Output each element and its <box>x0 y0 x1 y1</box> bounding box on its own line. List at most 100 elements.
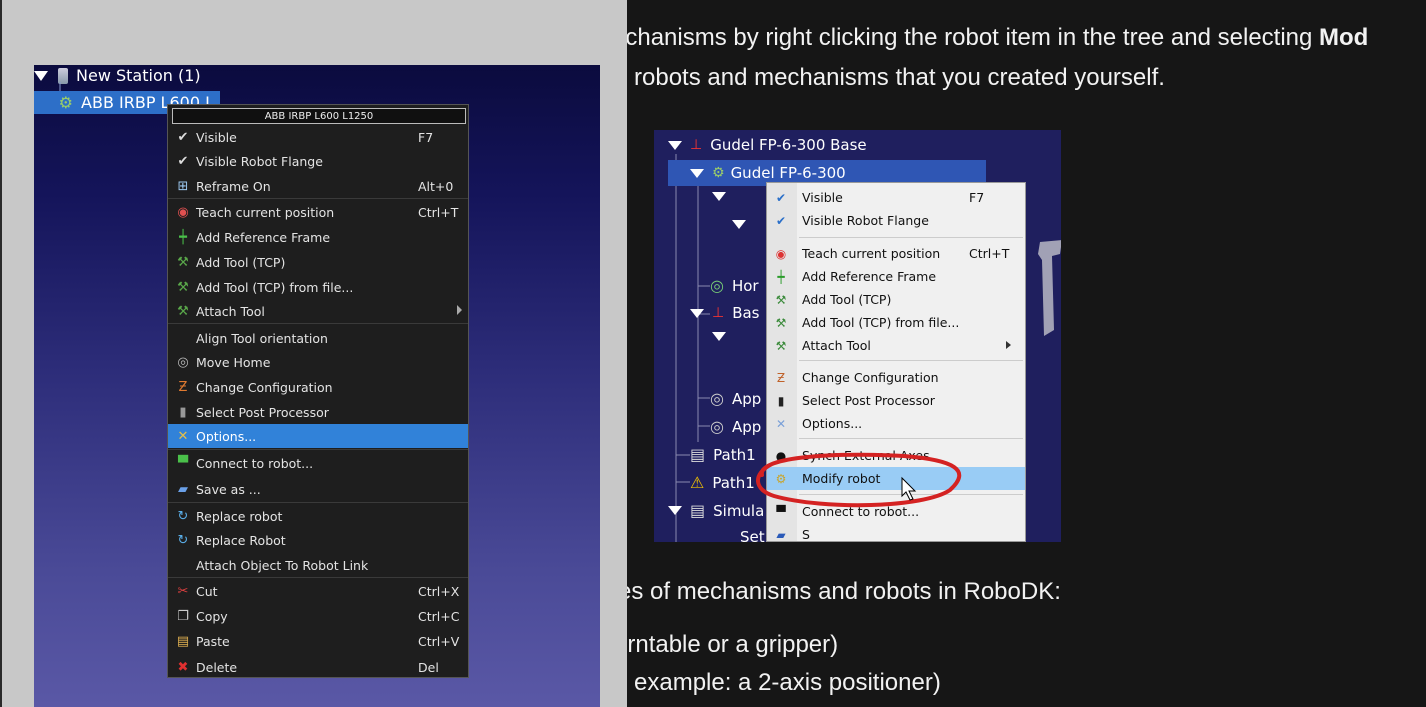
expand-icon[interactable] <box>668 140 682 150</box>
menu-item-shortcut: F7 <box>418 129 434 145</box>
menu-item-label: Paste <box>196 633 230 649</box>
shot-tree-simula[interactable]: ▤ Simula <box>668 501 764 520</box>
home-target-icon: ◎ <box>177 354 189 370</box>
shot-menu-post-processor[interactable]: ▮ Select Post Processor <box>767 389 1025 412</box>
menu-item-attach-object-to-robot-link[interactable]: Attach Object To Robot Link <box>168 553 468 577</box>
shot-menu-post-processor-label: Select Post Processor <box>802 393 935 408</box>
menu-item-add-tool-tcp-from-file[interactable]: ⚒ Add Tool (TCP) from file... <box>168 275 468 299</box>
menu-item-reframe-on[interactable]: ⊞ Reframe On Alt+0 <box>168 174 468 198</box>
tool-icon: ⚒ <box>775 315 787 330</box>
menu-item-change-configuration[interactable]: Ƶ Change Configuration <box>168 375 468 399</box>
robodk-overlay-panel: New Station (1) ⚙ ABB IRBP L600 L ABB IR… <box>0 0 627 707</box>
shot-menu-attach-tool[interactable]: ⚒ Attach Tool <box>767 334 1025 357</box>
shot-menu-visible-flange-label: Visible Robot Flange <box>802 213 929 228</box>
shot-menu-save[interactable]: ▰ S <box>767 523 1025 542</box>
shot-tree-app-2-label: App <box>731 417 762 436</box>
menu-item-options[interactable]: ✕ Options... <box>168 424 468 448</box>
menu-item-label: Attach Object To Robot Link <box>196 557 369 573</box>
shot-tree-set[interactable]: Set <box>740 528 765 542</box>
menu-separator <box>168 577 468 578</box>
delete-icon: ✖ <box>177 659 189 675</box>
tool-icon: ⚒ <box>177 303 189 319</box>
menu-item-align-tool-orientation[interactable]: Align Tool orientation <box>168 326 468 350</box>
menu-item-label: Cut <box>196 583 218 599</box>
shot-tree-child-3[interactable] <box>712 332 734 341</box>
menu-item-paste[interactable]: ▤ Paste Ctrl+V <box>168 629 468 653</box>
frame-icon: ⊥ <box>690 137 703 153</box>
submenu-arrow-icon <box>1006 341 1011 349</box>
shot-tree-app-2[interactable]: ◎ App <box>710 417 761 436</box>
menu-separator <box>168 323 468 324</box>
menu-item-label: Replace Robot <box>196 532 286 548</box>
shot-menu-add-tool[interactable]: ⚒ Add Tool (TCP) <box>767 288 1025 311</box>
menu-item-replace-robot[interactable]: ↻ Replace Robot <box>168 528 468 552</box>
expand-icon[interactable] <box>732 220 746 229</box>
menu-item-label: Save as ... <box>196 481 261 497</box>
configuration-icon: Ƶ <box>776 370 786 385</box>
menu-item-add-reference-frame[interactable]: ┿ Add Reference Frame <box>168 225 468 249</box>
save-icon: ▰ <box>776 527 786 542</box>
expand-icon[interactable] <box>690 168 704 178</box>
shot-menu-teach-label: Teach current position <box>802 246 941 261</box>
expand-icon[interactable] <box>34 70 48 81</box>
submenu-arrow-icon <box>457 305 462 315</box>
shot-menu-connect[interactable]: ▀ Connect to robot... <box>767 500 1025 523</box>
menu-item-replace-robot[interactable]: ↻ Replace robot <box>168 504 468 528</box>
expand-icon[interactable] <box>668 506 682 515</box>
shot-menu-synch[interactable]: ● Synch External Axes <box>767 444 1025 467</box>
shot-tree-hor-label: Hor <box>731 276 759 295</box>
expand-icon[interactable] <box>712 332 726 341</box>
shot-menu-synch-label: Synch External Axes <box>802 448 930 463</box>
shot-tree-app-1[interactable]: ◎ App <box>710 389 761 408</box>
expand-icon[interactable] <box>712 192 726 201</box>
shot-tree-path-2[interactable]: ⚠ Path1 <box>690 473 755 492</box>
shot-tree-hor[interactable]: ◎ Hor <box>710 276 759 295</box>
menu-item-attach-tool[interactable]: ⚒ Attach Tool <box>168 299 468 323</box>
options-icon: ✕ <box>775 416 787 431</box>
shot-menu-modify-robot[interactable]: ⚙ Modify robot <box>767 467 1025 490</box>
shot-tree-child-2[interactable] <box>732 220 754 229</box>
shot-menu-add-tool-file[interactable]: ⚒ Add Tool (TCP) from file... <box>767 311 1025 334</box>
menu-item-copy[interactable]: ❐ Copy Ctrl+C <box>168 604 468 628</box>
shot-tree-path-2-label: Path1 <box>712 473 755 492</box>
shot-tree-path-1-label: Path1 <box>713 445 756 464</box>
expand-icon[interactable] <box>690 308 704 318</box>
shot-tree-path-1[interactable]: ▤ Path1 <box>690 445 756 464</box>
post-processor-icon: ▮ <box>179 404 187 420</box>
menu-item-label: Options... <box>196 428 257 444</box>
shot-tree-base[interactable]: ⊥ Gudel FP-6-300 Base <box>668 136 867 154</box>
shot-tree-child-1[interactable] <box>712 192 734 201</box>
shot-menu-visible-flange[interactable]: ✔ Visible Robot Flange <box>767 209 1025 232</box>
menu-item-add-tool-tcp[interactable]: ⚒ Add Tool (TCP) <box>168 250 468 274</box>
options-icon: ✕ <box>177 428 189 444</box>
shot-menu-visible[interactable]: ✔ Visible F7 <box>767 186 1025 209</box>
configuration-icon: Ƶ <box>178 379 188 395</box>
menu-item-visible-robot-flange[interactable]: ✔ Visible Robot Flange <box>168 149 468 173</box>
reference-frame-icon: ┿ <box>777 269 785 284</box>
shot-menu-change-config[interactable]: Ƶ Change Configuration <box>767 366 1025 389</box>
connect-icon: ▀ <box>776 504 786 519</box>
tool-icon: ⚒ <box>775 292 787 307</box>
menu-item-shortcut: Del <box>418 659 439 675</box>
menu-item-visible[interactable]: ✔ Visible F7 <box>168 125 468 149</box>
replace-icon: ↻ <box>177 508 189 524</box>
shot-menu-visible-label: Visible <box>802 190 843 205</box>
shot-menu-teach[interactable]: ◉ Teach current position Ctrl+T <box>767 242 1025 265</box>
menu-item-teach-current-position[interactable]: ◉ Teach current position Ctrl+T <box>168 200 468 224</box>
menu-separator <box>799 494 1023 495</box>
shot-tree-base-label: Gudel FP-6-300 Base <box>710 136 867 154</box>
shot-tree-bas[interactable]: ⊥ Bas <box>690 304 760 322</box>
menu-item-label: Attach Tool <box>196 303 265 319</box>
menu-item-save-as[interactable]: ▰ Save as ... <box>168 477 468 501</box>
menu-item-delete[interactable]: ✖ Delete Del <box>168 655 468 679</box>
shot-menu-add-frame[interactable]: ┿ Add Reference Frame <box>767 265 1025 288</box>
menu-item-cut[interactable]: ✂ Cut Ctrl+X <box>168 579 468 603</box>
shot-menu-add-tool-label: Add Tool (TCP) <box>802 292 892 307</box>
shot-menu-options[interactable]: ✕ Options... <box>767 412 1025 435</box>
menu-item-select-post-processor[interactable]: ▮ Select Post Processor <box>168 400 468 424</box>
robot-gear-icon: ⚙ <box>58 93 74 112</box>
menu-item-move-home[interactable]: ◎ Move Home <box>168 350 468 374</box>
menu-item-connect-to-robot[interactable]: ▀ Connect to robot... <box>168 451 468 475</box>
check-icon: ✔ <box>775 190 787 205</box>
shot-menu-change-config-label: Change Configuration <box>802 370 939 385</box>
